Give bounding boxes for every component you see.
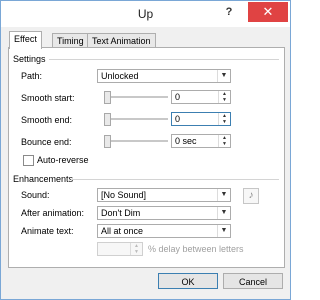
spin-down-icon[interactable]: ▼	[130, 249, 142, 255]
smooth-start-label: Smooth start:	[21, 93, 75, 103]
close-button[interactable]: ✕	[248, 2, 288, 22]
path-label: Path:	[21, 71, 43, 81]
tab-timing[interactable]: Timing	[52, 33, 89, 48]
slider-track	[104, 96, 168, 98]
bounce-end-label: Bounce end:	[21, 137, 72, 147]
smooth-end-label: Smooth end:	[21, 115, 73, 125]
chevron-down-icon: ▼	[217, 70, 230, 82]
animation-dialog: Up ? ✕ Effect Timing Text Animation Sett…	[0, 0, 291, 300]
smooth-end-input[interactable]: 0 ▲ ▼	[171, 112, 231, 126]
slider-track	[104, 140, 168, 142]
smooth-end-slider[interactable]	[104, 113, 168, 126]
smooth-start-value: 0	[175, 92, 181, 102]
bounce-end-value: 0 sec	[175, 136, 197, 146]
chevron-down-icon: ▼	[217, 225, 230, 237]
sound-select[interactable]: [No Sound] ▼	[97, 188, 231, 202]
tab-text-animation[interactable]: Text Animation	[87, 33, 156, 48]
after-animation-value: Don't Dim	[101, 208, 141, 218]
bounce-end-slider[interactable]	[104, 135, 168, 148]
settings-divider	[49, 59, 279, 60]
spin-down-icon[interactable]: ▼	[218, 141, 230, 147]
chevron-down-icon: ▼	[217, 207, 230, 219]
smooth-start-input[interactable]: 0 ▲ ▼	[171, 90, 231, 104]
animate-text-label: Animate text:	[21, 226, 74, 236]
delay-label: % delay between letters	[148, 244, 244, 254]
path-select[interactable]: Unlocked ▼	[97, 69, 231, 83]
after-animation-label: After animation:	[21, 208, 85, 218]
slider-thumb[interactable]	[104, 91, 111, 104]
smooth-end-value: 0	[175, 114, 181, 124]
effect-panel: Settings Path: Unlocked ▼ Smooth start: …	[8, 47, 285, 268]
tab-effect[interactable]: Effect	[9, 31, 42, 49]
settings-heading: Settings	[13, 54, 46, 64]
smooth-start-slider[interactable]	[104, 91, 168, 104]
delay-input[interactable]: ▲ ▼	[97, 242, 143, 256]
title-bar: Up ? ✕	[1, 1, 290, 27]
sound-label: Sound:	[21, 190, 50, 200]
slider-track	[104, 118, 168, 120]
help-button[interactable]: ?	[223, 6, 235, 20]
spin-down-icon[interactable]: ▼	[218, 97, 230, 103]
bounce-end-input[interactable]: 0 sec ▲ ▼	[171, 134, 231, 148]
after-animation-select[interactable]: Don't Dim ▼	[97, 206, 231, 220]
speaker-icon[interactable]: ♪	[243, 188, 259, 204]
animate-text-value: All at once	[101, 226, 144, 236]
cancel-button[interactable]: Cancel	[223, 273, 283, 289]
path-value: Unlocked	[101, 71, 139, 81]
enhancements-heading: Enhancements	[13, 174, 74, 184]
chevron-down-icon: ▼	[217, 189, 230, 201]
ok-button[interactable]: OK	[158, 273, 218, 289]
auto-reverse-label: Auto-reverse	[37, 155, 89, 165]
animate-text-select[interactable]: All at once ▼	[97, 224, 231, 238]
slider-thumb[interactable]	[104, 113, 111, 126]
auto-reverse-checkbox[interactable]	[23, 155, 34, 166]
enhancements-divider	[71, 179, 279, 180]
slider-thumb[interactable]	[104, 135, 111, 148]
sound-value: [No Sound]	[101, 190, 147, 200]
dialog-title: Up	[137, 7, 154, 21]
spin-down-icon[interactable]: ▼	[218, 119, 230, 125]
